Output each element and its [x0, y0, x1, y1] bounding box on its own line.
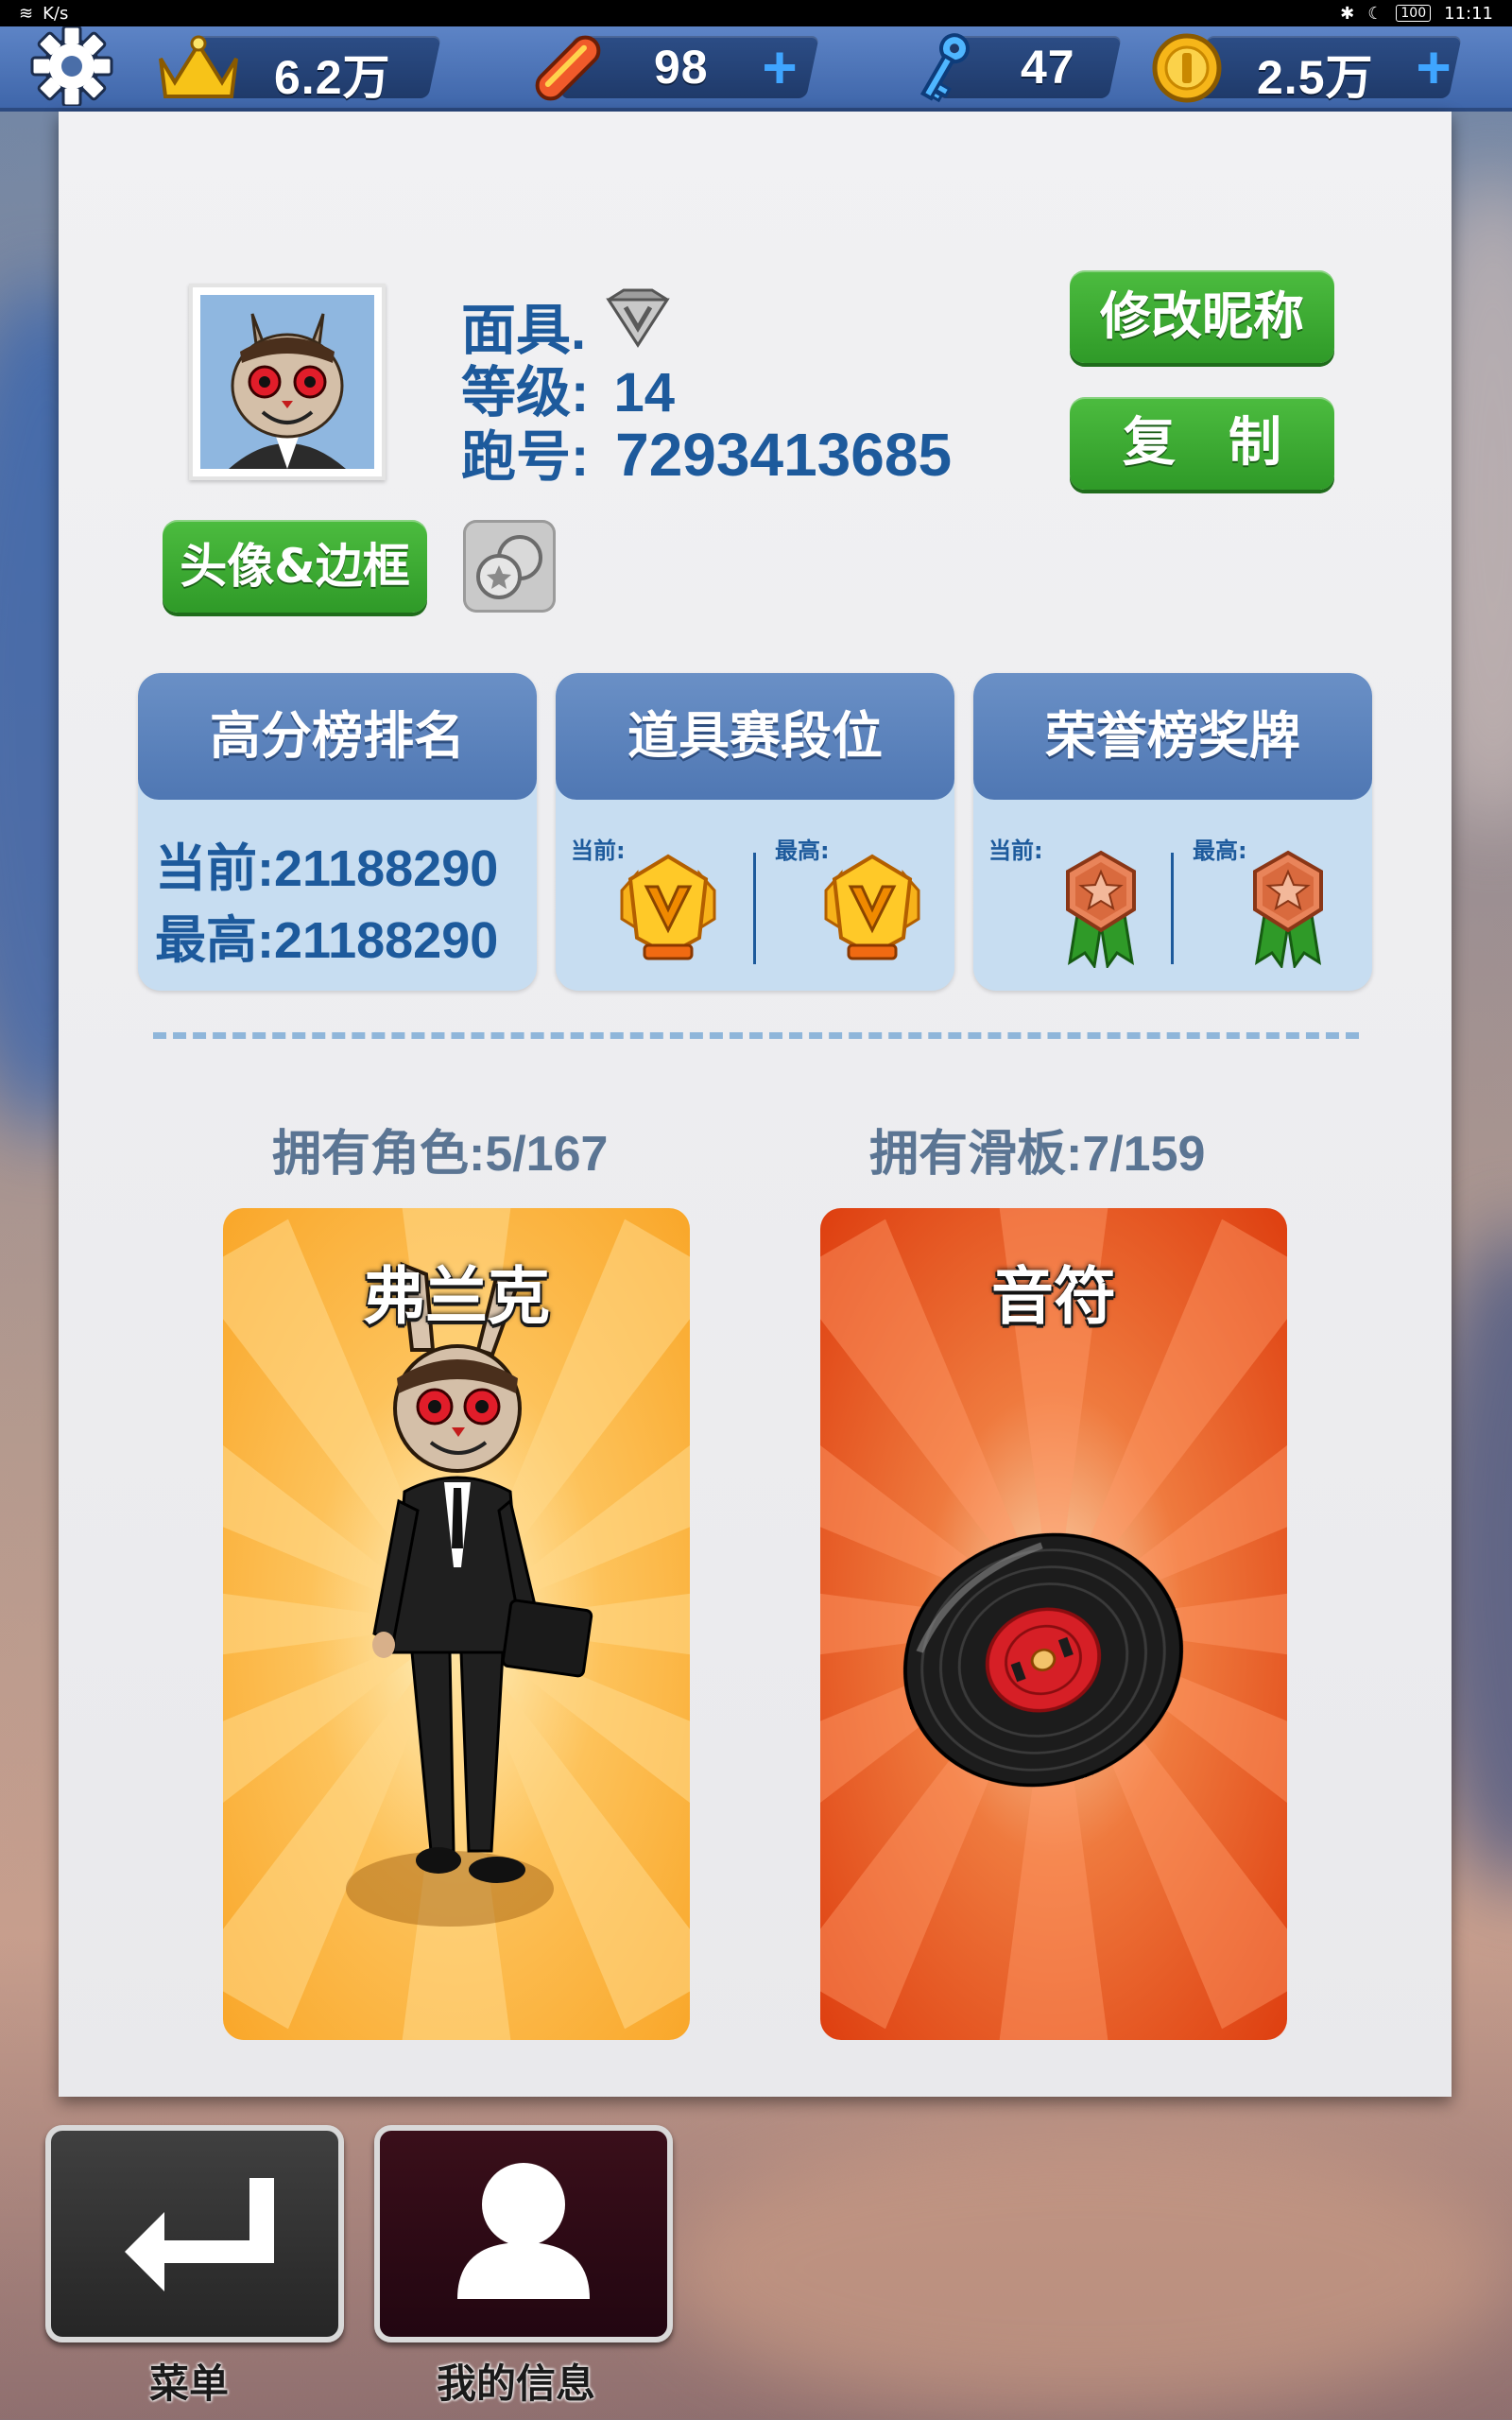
resource-bar: 6.2万 98 + 47 2.5万 + — [0, 25, 1512, 113]
bronze-medal-best-icon — [1247, 849, 1329, 972]
clock: 11:11 — [1444, 3, 1493, 24]
gold-v-badge-best-icon — [820, 853, 924, 968]
user-silhouette-icon — [457, 2163, 590, 2299]
player-id-label: 跑号: — [461, 426, 590, 488]
crowns-value: 6.2万 — [274, 51, 391, 104]
moon-icon: ☾ — [1367, 3, 1383, 24]
profile-panel: 面具. 等级: 14 跑号: 7293413685 修改昵称 复 制 头像&边框… — [59, 112, 1452, 2097]
gold-v-badge-icon — [616, 853, 720, 968]
character-name: 弗兰克 — [363, 1260, 550, 1333]
add-coins-button[interactable]: + — [1410, 37, 1457, 97]
my-info-label: 我的信息 — [437, 2360, 596, 2407]
add-hoverboards-button[interactable]: + — [756, 37, 803, 97]
badges-icon[interactable] — [463, 520, 556, 613]
return-arrow-icon — [125, 2178, 274, 2291]
coins-value: 2.5万 — [1257, 51, 1374, 104]
hoverboards-value: 98 — [654, 41, 709, 94]
rename-button[interactable]: 修改昵称 — [1070, 270, 1334, 363]
wifi-icon: ≋ — [19, 3, 34, 24]
board-showcase[interactable]: 音符 — [820, 1208, 1287, 2040]
battery-level: 100 — [1396, 5, 1432, 22]
high-score-card[interactable]: 高分榜排名 当前:21188290 最高:21188290 — [138, 673, 537, 991]
avatar-frame-button[interactable]: 头像&边框 — [163, 520, 427, 613]
honor-best-label: 最高: — [1193, 838, 1247, 864]
bluetooth-icon: ✱ — [1340, 3, 1355, 24]
powerup-league-title: 道具赛段位 — [556, 673, 954, 800]
board-name: 音符 — [991, 1260, 1116, 1333]
status-bar: ≋ K/s ✱ ☾ 100 11:11 — [0, 0, 1512, 26]
section-divider — [153, 1032, 1359, 1039]
coin-icon — [1147, 28, 1227, 112]
hoverboard-icon — [525, 26, 610, 113]
bronze-medal-icon — [1060, 849, 1142, 972]
copy-id-button[interactable]: 复 制 — [1070, 397, 1334, 490]
owned-boards-label: 拥有滑板:7/159 — [869, 1127, 1206, 1182]
high-score-current: 当前:21188290 — [155, 840, 499, 897]
character-showcase[interactable]: 弗兰克 — [223, 1208, 690, 2040]
high-score-title: 高分榜排名 — [138, 673, 537, 800]
card-divider — [1171, 853, 1174, 964]
keys-value: 47 — [1021, 41, 1075, 94]
network-speed: K/s — [43, 3, 69, 24]
avatar[interactable] — [189, 284, 386, 480]
player-id-value: 7293413685 — [615, 421, 953, 489]
honor-medal-card[interactable]: 荣誉榜奖牌 当前: 最高: — [973, 673, 1372, 991]
owned-characters-label: 拥有角色:5/167 — [272, 1127, 609, 1182]
gear-icon[interactable] — [26, 25, 117, 108]
menu-label: 菜单 — [149, 2360, 230, 2407]
card-divider — [753, 853, 756, 964]
honor-current-label: 当前: — [988, 838, 1043, 864]
back-to-menu-button[interactable] — [45, 2125, 344, 2342]
honor-medal-title: 荣誉榜奖牌 — [973, 673, 1372, 800]
player-id-row: 跑号: 7293413685 — [461, 412, 952, 492]
high-score-best: 最高:21188290 — [155, 912, 499, 969]
crown-icon — [151, 30, 246, 110]
key-icon — [905, 28, 981, 112]
my-info-button[interactable] — [374, 2125, 673, 2342]
powerup-league-card[interactable]: 道具赛段位 当前: 最高: — [556, 673, 954, 991]
